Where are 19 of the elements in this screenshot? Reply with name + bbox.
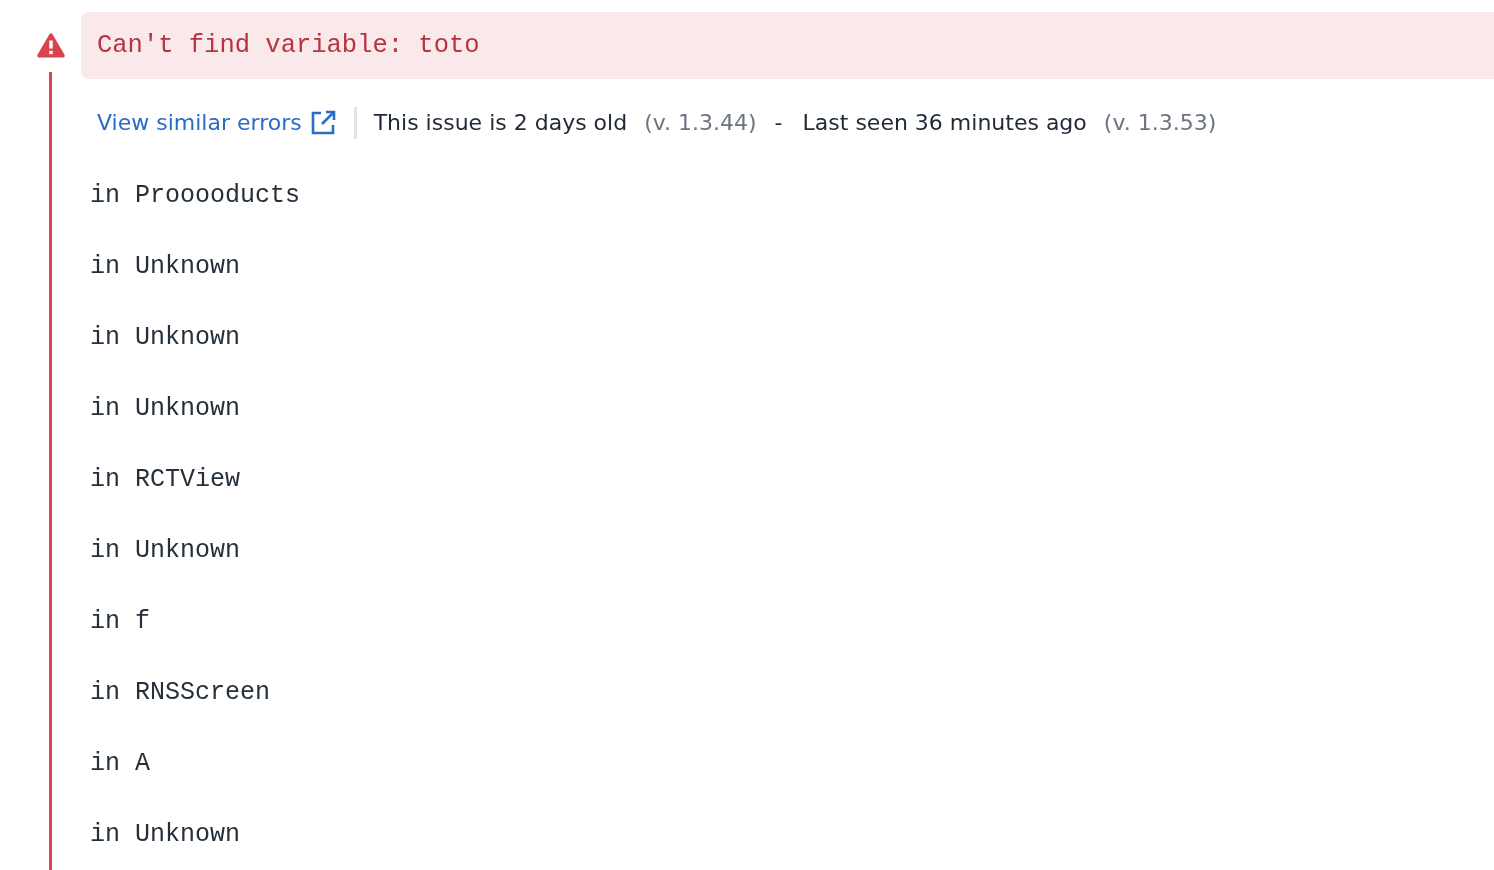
- stack-frame-text: in RNSScreen: [90, 678, 271, 707]
- stack-frame-text: in f: [90, 607, 150, 636]
- view-similar-errors-link[interactable]: View similar errors: [97, 110, 336, 136]
- stack-frame-text: in Unknown: [90, 323, 241, 352]
- external-link-icon: [310, 110, 336, 136]
- error-message: Can't find variable: toto: [97, 30, 480, 60]
- stack-frame-text: in Prooooducts: [90, 181, 301, 210]
- stack-frame-text: in Unknown: [90, 536, 241, 565]
- first-version-text: (v. 1.3.44): [644, 110, 757, 136]
- issue-age-text: This issue is 2 days old: [373, 110, 628, 136]
- separator-text: -: [774, 110, 783, 136]
- warning-icon: [37, 33, 65, 58]
- stack-frame-text: in Unknown: [90, 252, 241, 281]
- last-seen-text: Last seen 36 minutes ago: [802, 110, 1087, 136]
- last-version-text: (v. 1.3.53): [1103, 110, 1217, 136]
- stack-frame-text: in A: [90, 749, 150, 778]
- stack-frame-text: in Unknown: [90, 394, 241, 423]
- stack-frame-text: in RCTView: [90, 465, 241, 494]
- stack-frame-text: in Unknown: [90, 820, 241, 849]
